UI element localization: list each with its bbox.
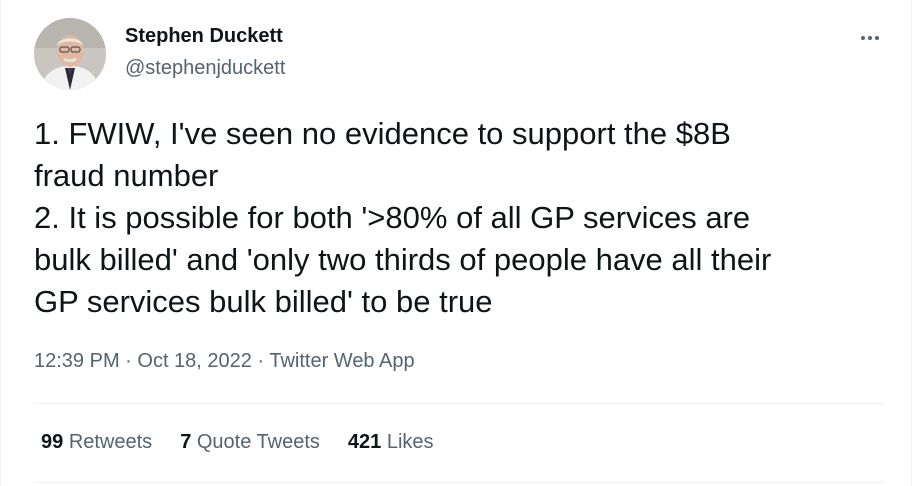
engagement-stats: 99 Retweets 7 Quote Tweets 421 Likes xyxy=(41,431,462,454)
tweet-text-line: GP services bulk billed' to be true xyxy=(34,284,493,319)
likes-count: 421 xyxy=(347,431,382,453)
meta-separator: · xyxy=(119,350,138,372)
profile-photo-icon xyxy=(34,18,106,90)
tweet-text-line: bulk billed' and 'only two thirds of peo… xyxy=(34,242,772,277)
tweet-text-line: 2. It is possible for both '>80% of all … xyxy=(34,200,751,235)
retweets-stat[interactable]: 99 Retweets xyxy=(41,431,152,454)
retweets-count: 99 xyxy=(41,431,64,453)
meta-separator: · xyxy=(251,350,270,372)
tweet-date[interactable]: Oct 18, 2022 xyxy=(137,350,252,372)
more-options-button[interactable] xyxy=(853,24,887,52)
tweet-text: 1. FWIW, I've seen no evidence to suppor… xyxy=(34,113,894,323)
quote-tweets-count: 7 xyxy=(180,431,192,453)
retweets-label: Retweets xyxy=(68,431,153,453)
tweet-meta: 12:39 PM · Oct 18, 2022 · Twitter Web Ap… xyxy=(34,350,415,373)
avatar[interactable] xyxy=(34,18,106,90)
author-handle[interactable]: @stephenjduckett xyxy=(125,57,285,80)
likes-label: Likes xyxy=(386,431,434,453)
quote-tweets-stat[interactable]: 7 Quote Tweets xyxy=(180,431,320,454)
tweet-card: Stephen Duckett @stephenjduckett 1. FWIW… xyxy=(0,0,912,486)
author-display-name[interactable]: Stephen Duckett xyxy=(125,25,283,48)
more-horizontal-icon xyxy=(861,36,879,40)
tweet-time[interactable]: 12:39 PM xyxy=(34,350,120,372)
tweet-text-line: 1. FWIW, I've seen no evidence to suppor… xyxy=(34,116,731,151)
divider xyxy=(34,403,884,404)
likes-stat[interactable]: 421 Likes xyxy=(348,431,434,454)
divider xyxy=(34,482,884,483)
tweet-source[interactable]: Twitter Web App xyxy=(269,350,414,372)
quote-tweets-label: Quote Tweets xyxy=(196,431,320,453)
tweet-text-line: fraud number xyxy=(34,158,219,193)
